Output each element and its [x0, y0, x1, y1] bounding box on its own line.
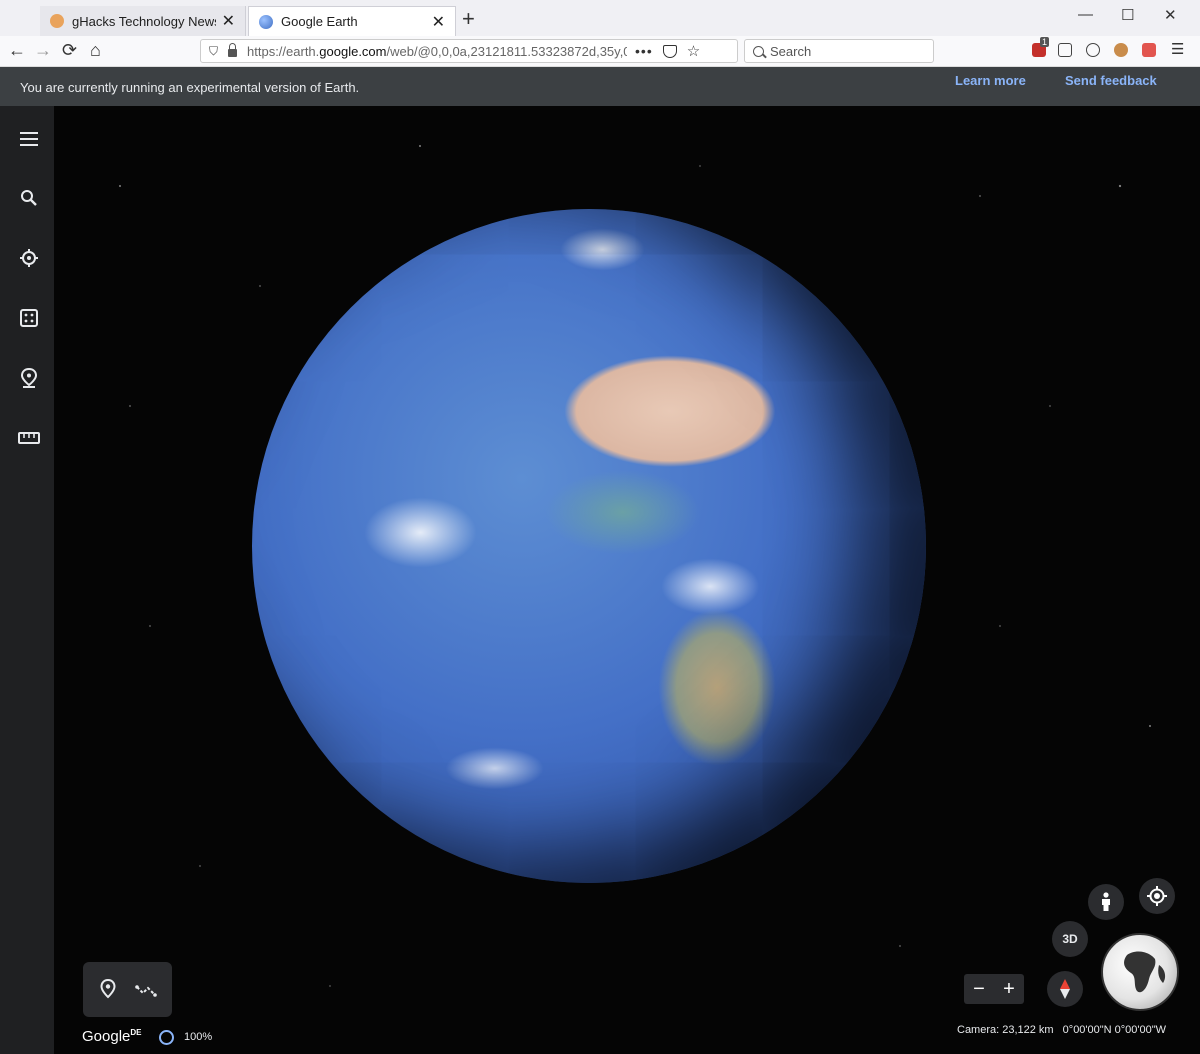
- earth-globe[interactable]: [252, 209, 926, 883]
- menu-icon[interactable]: [17, 127, 41, 151]
- sidebar-toggle-icon[interactable]: [1058, 43, 1072, 57]
- google-logo: GoogleDE: [82, 1028, 142, 1045]
- extension-icon[interactable]: [1142, 43, 1156, 57]
- tab-ghacks[interactable]: gHacks Technology News ✕: [40, 6, 246, 36]
- search-placeholder: Search: [770, 43, 812, 59]
- experimental-banner: You are currently running an experimenta…: [0, 67, 1200, 106]
- home-button[interactable]: ⌂: [90, 40, 101, 60]
- draw-path-icon[interactable]: [135, 983, 159, 1002]
- place-pin-icon[interactable]: [100, 978, 116, 1004]
- browser-titlebar: gHacks Technology News ✕ Google Earth ✕ …: [0, 0, 1200, 37]
- send-feedback-link[interactable]: Send feedback: [1065, 73, 1157, 88]
- tab-google-earth[interactable]: Google Earth ✕: [248, 6, 456, 36]
- window-minimize-button[interactable]: —: [1078, 6, 1093, 23]
- window-close-button[interactable]: ✕: [1164, 6, 1177, 24]
- minimap-continents: [1124, 951, 1166, 993]
- compass-icon: [1060, 979, 1070, 999]
- url-text[interactable]: https://earth.google.com/web/@0,0,0a,231…: [247, 44, 627, 59]
- google-earth-favicon-icon: [259, 14, 273, 29]
- zoom-controls: − +: [964, 974, 1024, 1004]
- tab-close-icon[interactable]: ✕: [222, 11, 235, 31]
- tab-title: gHacks Technology News: [72, 13, 216, 29]
- window-maximize-button[interactable]: ☐: [1121, 6, 1134, 24]
- pegman-button[interactable]: [1088, 884, 1124, 920]
- earth-sidebar: [0, 106, 54, 1054]
- search-icon: [753, 45, 764, 57]
- account-icon[interactable]: [1086, 43, 1100, 57]
- voyager-icon[interactable]: [17, 246, 41, 270]
- new-tab-button[interactable]: +: [462, 8, 475, 30]
- zoom-in-button[interactable]: +: [1003, 978, 1015, 1001]
- loading-ring-icon: [159, 1030, 174, 1045]
- projects-icon[interactable]: [17, 366, 41, 390]
- bookmark-star-icon[interactable]: ☆: [687, 42, 700, 60]
- camera-info: Camera: 23,122 km 0°00'00"N 0°00'00"W: [957, 1024, 1166, 1036]
- extension-badge: 1: [1040, 37, 1050, 47]
- learn-more-link[interactable]: Learn more: [955, 73, 1026, 88]
- back-button[interactable]: ←: [8, 40, 26, 60]
- zoom-out-button[interactable]: −: [973, 978, 985, 1001]
- camera-coordinates: 0°00'00"N 0°00'00"W: [1062, 1024, 1167, 1036]
- search-icon[interactable]: [17, 186, 41, 210]
- camera-altitude: Camera: 23,122 km: [957, 1024, 1054, 1036]
- browser-navbar: ← → ⟳ ⌂ ⛉ https://earth.google.com/web/@…: [0, 36, 1200, 67]
- feeling-lucky-icon[interactable]: [17, 306, 41, 330]
- tab-title: Google Earth: [281, 14, 358, 29]
- forward-button[interactable]: →: [34, 40, 52, 60]
- url-bar[interactable]: ⛉ https://earth.google.com/web/@0,0,0a,2…: [200, 39, 738, 63]
- browser-menu-icon[interactable]: ☰: [1171, 40, 1184, 60]
- tab-close-icon[interactable]: ✕: [432, 12, 445, 32]
- reload-button[interactable]: ⟳: [62, 40, 77, 60]
- banner-message: You are currently running an experimenta…: [20, 80, 360, 95]
- compass-button[interactable]: [1047, 971, 1083, 1007]
- my-location-icon: [1147, 886, 1167, 906]
- browser-search-input[interactable]: Search: [744, 39, 934, 63]
- lock-icon[interactable]: [228, 43, 238, 57]
- tracking-protection-shield-icon[interactable]: ⛉: [209, 44, 218, 59]
- map-tools-panel: [83, 962, 172, 1017]
- measure-icon[interactable]: [17, 426, 41, 450]
- page-actions-button[interactable]: •••: [635, 43, 653, 59]
- ghacks-favicon-icon: [50, 14, 64, 28]
- pegman-icon: [1102, 892, 1110, 911]
- toggle-3d-button[interactable]: 3D: [1052, 921, 1088, 957]
- pocket-icon[interactable]: [662, 44, 677, 58]
- my-location-button[interactable]: [1139, 878, 1175, 914]
- overview-minimap[interactable]: [1101, 933, 1179, 1011]
- loading-percentage: 100%: [184, 1031, 213, 1043]
- monkey-extension-icon[interactable]: [1114, 43, 1128, 57]
